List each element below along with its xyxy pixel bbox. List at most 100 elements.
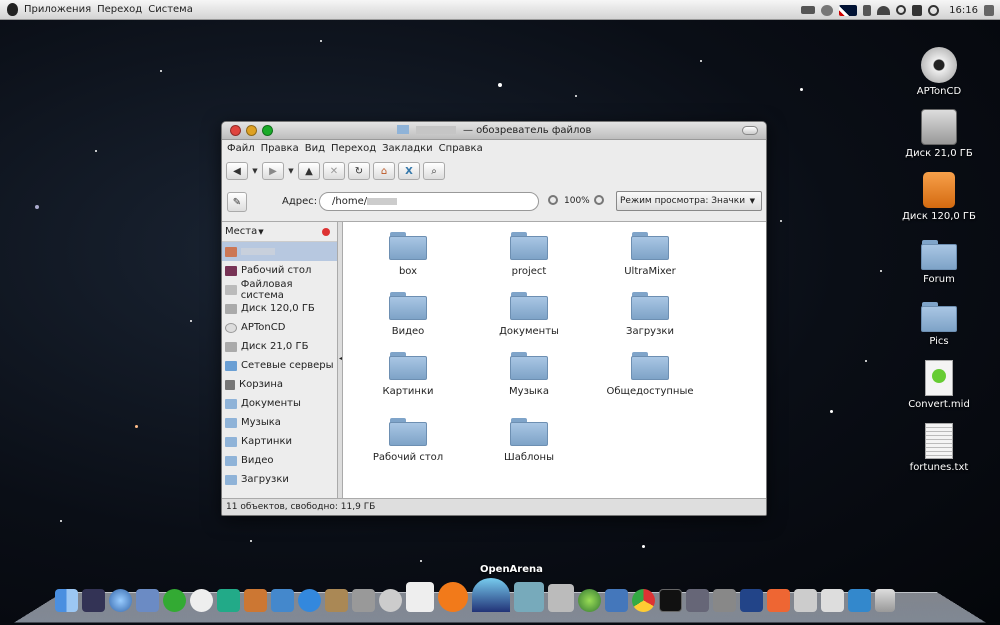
system-preferences-icon[interactable] xyxy=(713,589,736,612)
file-item[interactable]: Музыка xyxy=(474,352,584,397)
menu-go[interactable]: Переход xyxy=(331,143,376,154)
search-button[interactable]: ⌕ xyxy=(423,162,445,180)
dashboard-icon[interactable] xyxy=(82,589,105,612)
finder-icon[interactable] xyxy=(55,589,78,612)
location-toggle-icon[interactable]: ✎ xyxy=(227,192,247,212)
chrome-icon[interactable] xyxy=(632,589,655,612)
volume-icon[interactable] xyxy=(912,5,922,16)
file-item[interactable]: Картинки xyxy=(353,352,463,397)
sidebar-item-music[interactable]: Музыка xyxy=(222,413,337,432)
text-editor-icon[interactable] xyxy=(821,589,844,612)
menu-system[interactable]: Система xyxy=(148,4,193,15)
places-header[interactable]: Места ▼ xyxy=(222,222,337,242)
back-history-dropdown[interactable]: ▼ xyxy=(251,167,259,175)
lightbulb-icon[interactable] xyxy=(190,589,213,612)
desktop-icon-pics[interactable]: Pics xyxy=(894,302,984,347)
desktop-icon-forum[interactable]: Forum xyxy=(894,240,984,285)
menu-edit[interactable]: Правка xyxy=(261,143,299,154)
menu-help[interactable]: Справка xyxy=(439,143,483,154)
desktop-icon-fortunes-txt[interactable]: fortunes.txt xyxy=(894,423,984,473)
close-sidebar-icon[interactable] xyxy=(322,228,330,236)
calendar-icon[interactable] xyxy=(406,582,434,612)
forward-history-dropdown[interactable]: ▼ xyxy=(287,167,295,175)
file-item[interactable]: Общедоступные xyxy=(595,352,705,397)
power-icon[interactable] xyxy=(928,5,939,16)
menu-places[interactable]: Переход xyxy=(97,4,142,15)
window-titlebar[interactable]: — обозреватель файлов xyxy=(222,122,766,140)
file-item[interactable]: Рабочий стол xyxy=(353,418,463,463)
address-input[interactable]: /home/ xyxy=(319,192,539,211)
star-icon[interactable] xyxy=(298,589,321,612)
home-button[interactable]: ⌂ xyxy=(373,162,395,180)
menu-view[interactable]: Вид xyxy=(305,143,325,154)
apple-icon[interactable] xyxy=(7,3,18,16)
search-icon[interactable] xyxy=(896,5,906,15)
close-button[interactable] xyxy=(230,125,241,136)
wordpress-icon[interactable] xyxy=(848,589,871,612)
sidebar-item-pictures[interactable]: Картинки xyxy=(222,432,337,451)
file-item[interactable]: Загрузки xyxy=(595,292,705,337)
mail-icon[interactable] xyxy=(136,589,159,612)
desktop-icon-convert-mid[interactable]: Convert.mid xyxy=(894,360,984,410)
user-icon[interactable] xyxy=(984,5,994,16)
minimize-button[interactable] xyxy=(246,125,257,136)
up-button[interactable]: ▲ xyxy=(298,162,320,180)
computer-button[interactable]: X xyxy=(398,162,420,180)
back-button[interactable]: ◀ xyxy=(226,162,248,180)
zoom-level[interactable]: 100% xyxy=(564,196,590,206)
sidebar-item-filesystem[interactable]: Файловая система xyxy=(222,280,337,299)
desktop-icon-aptoncd[interactable]: APTonCD xyxy=(894,47,984,97)
file-item[interactable]: UltraMixer xyxy=(595,232,705,277)
sidebar-item-videos[interactable]: Видео xyxy=(222,451,337,470)
sidebar-item-disk-21[interactable]: Диск 21,0 ГБ xyxy=(222,337,337,356)
firefox-icon[interactable] xyxy=(767,589,790,612)
menu-file[interactable]: Файл xyxy=(227,143,255,154)
update-icon[interactable] xyxy=(438,582,468,612)
disk-utility-icon[interactable] xyxy=(379,589,402,612)
camera-icon[interactable] xyxy=(352,589,375,612)
itunes-icon[interactable] xyxy=(578,589,601,612)
battery-icon[interactable] xyxy=(801,6,815,14)
trash-icon[interactable] xyxy=(875,589,895,612)
reload-button[interactable]: ↻ xyxy=(348,162,370,180)
sidebar-item-home[interactable] xyxy=(222,242,337,261)
guitar-icon[interactable] xyxy=(244,589,267,612)
clock[interactable]: 16:16 xyxy=(949,5,978,16)
sidebar-item-documents[interactable]: Документы xyxy=(222,394,337,413)
sidebar-item-disk-120[interactable]: Диск 120,0 ГБ xyxy=(222,299,337,318)
view-mode-select[interactable]: Режим просмотра: Значки ▼ xyxy=(616,191,762,211)
keyboard-flag-icon[interactable] xyxy=(839,5,857,16)
preview-icon[interactable] xyxy=(514,582,544,612)
terminal-icon[interactable] xyxy=(659,589,682,612)
sidebar-item-network[interactable]: Сетевые серверы xyxy=(222,356,337,375)
sidebar-item-desktop[interactable]: Рабочий стол xyxy=(222,261,337,280)
file-item[interactable]: box xyxy=(353,232,463,277)
menu-applications[interactable]: Приложения xyxy=(24,4,91,15)
sidebar-item-trash[interactable]: Корзина xyxy=(222,375,337,394)
zoom-button[interactable] xyxy=(262,125,273,136)
file-item[interactable]: project xyxy=(474,232,584,277)
stop-button[interactable]: ✕ xyxy=(323,162,345,180)
zoom-in-icon[interactable] xyxy=(594,195,604,205)
forward-button[interactable]: ▶ xyxy=(262,162,284,180)
desktop-icon-disk-120[interactable]: Диск 120,0 ГБ xyxy=(894,172,984,222)
ical-icon[interactable] xyxy=(605,589,628,612)
safari-icon[interactable] xyxy=(109,589,132,612)
photos-icon[interactable] xyxy=(325,589,348,612)
packages-icon[interactable] xyxy=(794,589,817,612)
network-icon[interactable] xyxy=(821,5,833,16)
sidebar-item-aptoncd[interactable]: APTonCD xyxy=(222,318,337,337)
wifi-icon[interactable] xyxy=(877,6,890,15)
toolbar-toggle-button[interactable] xyxy=(742,126,758,135)
editor-icon[interactable] xyxy=(217,589,240,612)
file-item[interactable]: Видео xyxy=(353,292,463,337)
video-icon[interactable] xyxy=(740,589,763,612)
menu-bookmarks[interactable]: Закладки xyxy=(382,143,433,154)
calculator-icon[interactable] xyxy=(548,584,574,612)
desktop-icon-disk-21[interactable]: Диск 21,0 ГБ xyxy=(894,109,984,159)
sidebar-item-downloads[interactable]: Загрузки xyxy=(222,470,337,489)
file-item[interactable]: Документы xyxy=(474,292,584,337)
image-viewer-icon[interactable] xyxy=(686,589,709,612)
file-item[interactable]: Шаблоны xyxy=(474,418,584,463)
network-icon[interactable] xyxy=(271,589,294,612)
